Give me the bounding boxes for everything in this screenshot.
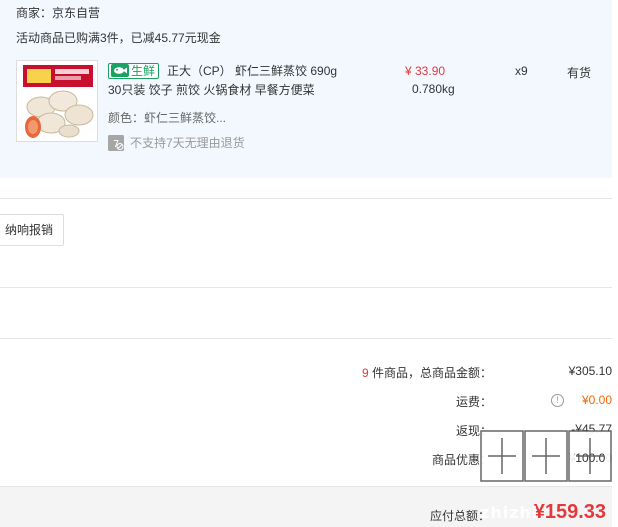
total-label-text: 件商品，总商品金额： — [368, 366, 492, 380]
cashback-label: 返现： — [455, 424, 492, 438]
product-subtitle[interactable]: 30只装 饺子 煎饺 火锅食材 早餐方便菜 — [108, 81, 315, 98]
info-icon[interactable]: ! — [551, 394, 564, 407]
quantity: x9 — [515, 64, 528, 78]
summary-total-label: 9 件商品，总商品金额： — [362, 364, 492, 381]
cashback-value: -¥45.77 — [571, 422, 612, 436]
discount-value: ¥100.00 — [568, 451, 612, 465]
invoice-button[interactable]: 纳响报销 — [0, 214, 65, 246]
summary-total-value: ¥305.10 — [568, 364, 612, 378]
product-title[interactable]: 生鲜 正大（CP） 虾仁三鲜蒸饺 690g — [108, 62, 337, 79]
order-item-panel: 商家：京东自营 活动商品已购满3件，已减45.77元现金 生鲜 正大（CP） 虾… — [0, 0, 612, 178]
fresh-badge-label: 生鲜 — [131, 64, 156, 78]
fresh-badge: 生鲜 — [108, 62, 160, 79]
divider — [0, 287, 612, 288]
seller-label[interactable]: 商家：京东自营 — [16, 4, 100, 21]
freight-label: 运费： — [455, 395, 492, 409]
product-color: 颜色：虾仁三鲜蒸饺... — [108, 111, 227, 125]
no-return-icon: 7 — [108, 134, 124, 151]
product-name[interactable]: 正大（CP） 虾仁三鲜蒸饺 690g — [167, 62, 337, 79]
divider — [0, 198, 612, 199]
watermark-text: zhizhi — [480, 503, 539, 522]
dumpling-image — [17, 61, 97, 141]
page-edge — [612, 0, 618, 527]
return-policy-text: 不支持7天无理由退货 — [130, 136, 245, 150]
unit-price: ¥ 33.90 — [405, 64, 446, 78]
promo-text: 活动商品已购满3件，已减45.77元现金 — [16, 31, 221, 45]
discount-label: 商品优惠： — [431, 453, 492, 467]
return-policy: 7 不支持7天无理由退货 — [108, 134, 245, 151]
summary-cashback-row: 返现： -¥45.77 — [300, 422, 612, 442]
product-thumbnail[interactable] — [16, 60, 98, 142]
summary-total-row: 9 件商品，总商品金额： ¥305.10 — [300, 364, 612, 384]
summary-freight-row: 运费： ! ¥0.00 — [300, 393, 612, 413]
product-weight: 0.780kg — [412, 82, 455, 96]
stock-status: 有货 — [567, 66, 592, 80]
item-count: 9 — [361, 366, 369, 380]
summary-discount-row: 商品优惠： ¥100.00 — [300, 451, 612, 471]
freight-value: ¥0.00 — [581, 393, 612, 407]
divider — [0, 338, 612, 339]
fish-icon — [111, 64, 129, 77]
payable-value: ¥159.33 — [533, 501, 606, 523]
